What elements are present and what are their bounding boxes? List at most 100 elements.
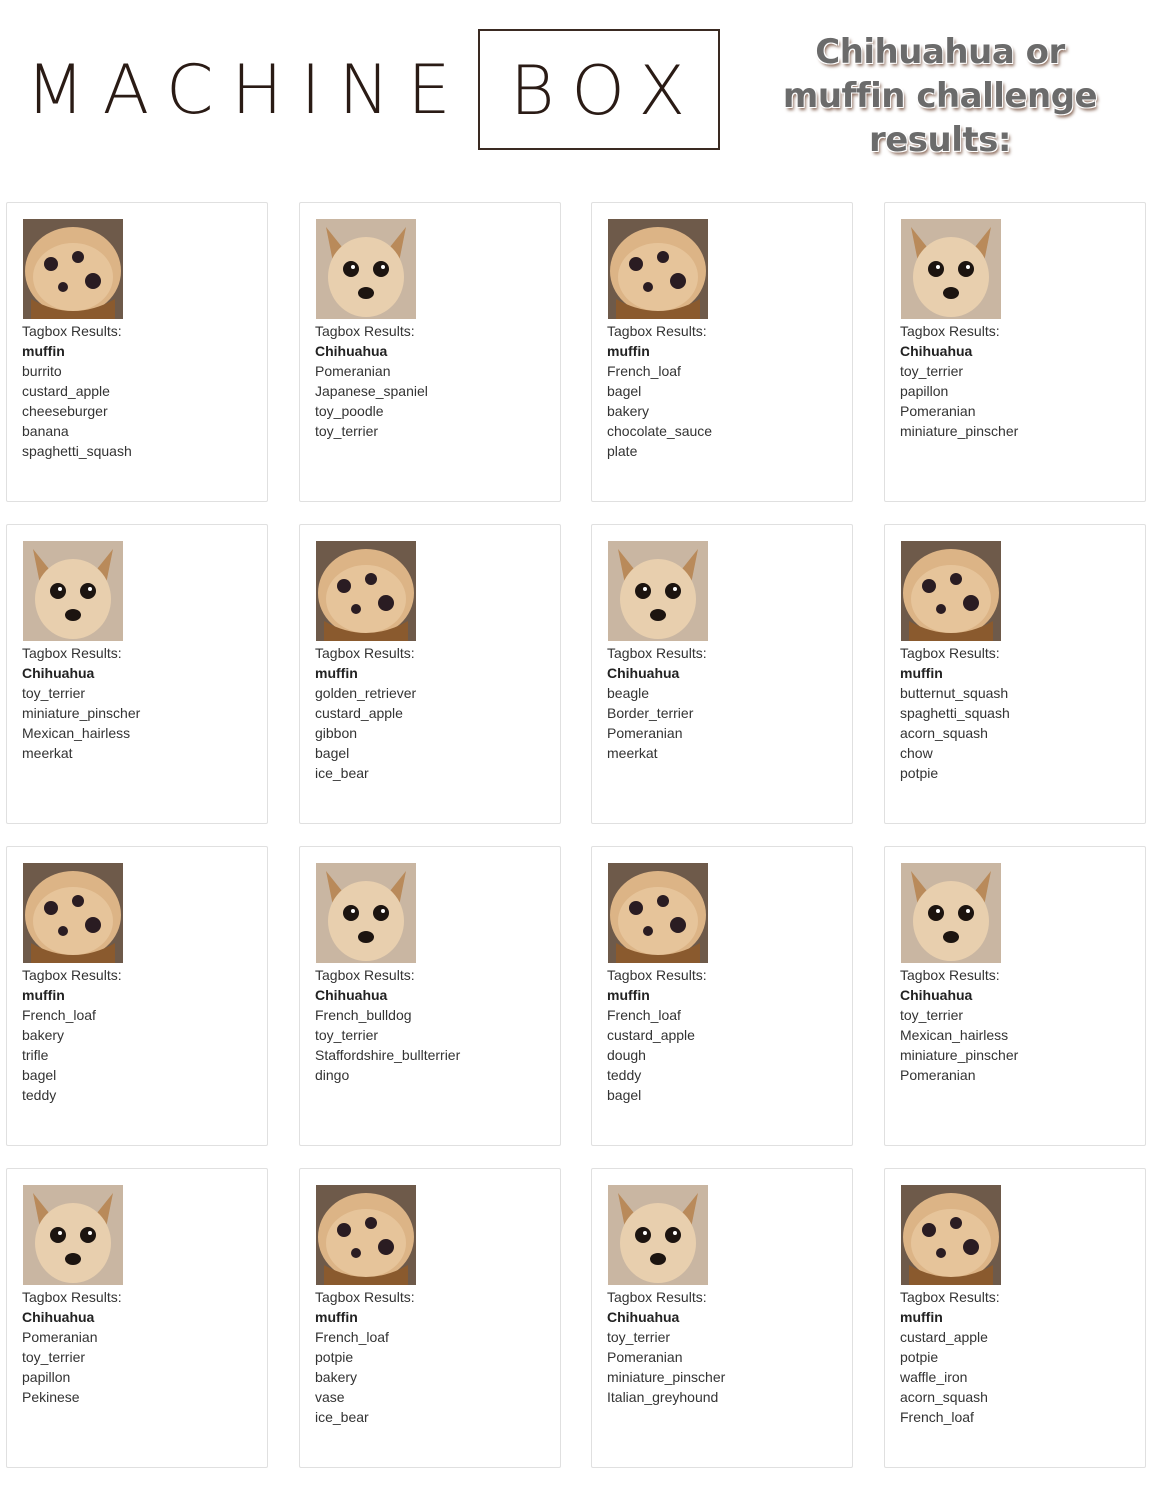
result-card: Tagbox Results: muffin French_loaf custard_… (591, 846, 853, 1146)
tag-item: bagel (315, 745, 350, 761)
tag-item: custard_apple (607, 1027, 695, 1043)
tagbox-results-label: Tagbox Results: (607, 1289, 707, 1305)
tagbox-results-label: Tagbox Results: (22, 645, 122, 661)
tag-item: spaghetti_squash (900, 705, 1010, 721)
top-tag: muffin (607, 343, 650, 359)
tag-list: Chihuahua toy_terrier miniature_pinscher Me… (22, 663, 140, 763)
tag-item: potpie (315, 1349, 354, 1365)
tag-item: bagel (607, 1087, 642, 1103)
tag-item: French_loaf (900, 1409, 974, 1425)
tagbox-results-label: Tagbox Results: (22, 1289, 122, 1305)
tagbox-results-label: Tagbox Results: (900, 645, 1000, 661)
tag-item: gibbon (315, 725, 358, 741)
tag-list: muffin French_loaf bagel bakery chocolate_sa… (607, 341, 712, 461)
tag-item: cheeseburger (22, 403, 108, 419)
result-card: Tagbox Results: Chihuahua French_bulldog to… (299, 846, 561, 1146)
tag-item: Pomeranian (315, 363, 391, 379)
tag-item: miniature_pinscher (607, 1369, 726, 1385)
chihuahua-photo (607, 1185, 709, 1285)
tag-item: acorn_squash (900, 1389, 988, 1405)
tagbox-results-label: Tagbox Results: (607, 323, 707, 339)
tag-item: butternut_squash (900, 685, 1009, 701)
tag-item: custard_apple (22, 383, 110, 399)
tagbox-results-label: Tagbox Results: (607, 967, 707, 983)
chihuahua-photo (22, 541, 124, 641)
chihuahua-photo (607, 541, 709, 641)
tag-item: Japanese_spaniel (315, 383, 428, 399)
tagbox-results-label: Tagbox Results: (315, 1289, 415, 1305)
tag-list: Chihuahua Pomeranian Japanese_spaniel toy_p… (315, 341, 428, 441)
tag-item: bakery (607, 403, 650, 419)
top-tag: Chihuahua (22, 665, 95, 681)
tag-item: dough (607, 1047, 646, 1063)
tag-item: trifle (22, 1047, 49, 1063)
tag-item: French_loaf (22, 1007, 96, 1023)
tag-list: muffin French_loaf potpie bakery vase ice_bea… (315, 1307, 389, 1427)
tag-item: French_loaf (607, 363, 681, 379)
result-card: Tagbox Results: Chihuahua toy_terrier Mexic… (884, 846, 1146, 1146)
tag-item: French_bulldog (315, 1007, 412, 1023)
tag-item: bagel (22, 1067, 57, 1083)
tag-item: ice_bear (315, 765, 369, 781)
tag-item: papillon (22, 1369, 71, 1385)
tag-item: toy_terrier (22, 1349, 86, 1365)
top-tag: muffin (22, 343, 65, 359)
tag-item: bakery (315, 1369, 358, 1385)
tagbox-results-label: Tagbox Results: (607, 645, 707, 661)
tag-item: French_loaf (607, 1007, 681, 1023)
tag-item: papillon (900, 383, 949, 399)
tag-item: toy_terrier (315, 1027, 379, 1043)
top-tag: Chihuahua (607, 1309, 680, 1325)
result-card: Tagbox Results: muffin butternut_squashspa… (884, 524, 1146, 824)
tag-item: chow (900, 745, 933, 761)
chihuahua-photo (315, 863, 417, 963)
tag-item: Pomeranian (900, 1067, 976, 1083)
tag-item: toy_poodle (315, 403, 384, 419)
chihuahua-photo (900, 863, 1002, 963)
tag-item: meerkat (22, 745, 73, 761)
tag-item: Border_terrier (607, 705, 694, 721)
top-tag: muffin (900, 665, 943, 681)
muffin-photo (900, 541, 1002, 641)
challenge-headline: Chihuahua or muffin challenge results: (760, 30, 1120, 162)
tag-list: Chihuahua toy_terrier Mexican_hairless mini… (900, 985, 1018, 1085)
tagbox-results-label: Tagbox Results: (900, 967, 1000, 983)
muffin-photo (22, 863, 124, 963)
tag-item: Pomeranian (22, 1329, 98, 1345)
top-tag: Chihuahua (607, 665, 680, 681)
top-tag: muffin (22, 987, 65, 1003)
result-card: Tagbox Results: muffin French_loaf bakery tr… (6, 846, 268, 1146)
tagbox-results-label: Tagbox Results: (900, 323, 1000, 339)
logo-box-frame: BOX (478, 29, 720, 150)
tag-item: Mexican_hairless (22, 725, 131, 741)
muffin-photo (607, 219, 709, 319)
tag-item: Mexican_hairless (900, 1027, 1009, 1043)
tagbox-results-label: Tagbox Results: (22, 967, 122, 983)
tag-item: teddy (607, 1067, 642, 1083)
tag-item: toy_terrier (607, 1329, 671, 1345)
muffin-photo (607, 863, 709, 963)
tag-item: golden_retriever (315, 685, 417, 701)
tag-list: Chihuahua French_bulldog toy_terrier Staffo… (315, 985, 460, 1085)
top-tag: muffin (315, 1309, 358, 1325)
tag-item: miniature_pinscher (900, 423, 1019, 439)
tag-item: potpie (900, 765, 939, 781)
tag-item: miniature_pinscher (900, 1047, 1019, 1063)
tagbox-results-label: Tagbox Results: (315, 967, 415, 983)
tag-item: plate (607, 443, 638, 459)
muffin-photo (22, 219, 124, 319)
muffin-photo (900, 1185, 1002, 1285)
tag-item: vase (315, 1389, 345, 1405)
tag-list: muffin custard_apple potpie waffle_iron acor… (900, 1307, 988, 1427)
muffin-photo (315, 1185, 417, 1285)
tag-item: Staffordshire_bullterrier (315, 1047, 461, 1063)
tag-item: ice_bear (315, 1409, 369, 1425)
result-card: Tagbox Results: Chihuahua toy_terrier minia… (6, 524, 268, 824)
tag-item: toy_terrier (900, 363, 964, 379)
tagbox-results-label: Tagbox Results: (315, 323, 415, 339)
tag-item: potpie (900, 1349, 939, 1365)
tag-item: banana (22, 423, 69, 439)
top-tag: muffin (607, 987, 650, 1003)
tag-item: chocolate_sauce (607, 423, 713, 439)
tag-list: Chihuahua toy_terrier Pomeranian miniature_… (607, 1307, 725, 1407)
